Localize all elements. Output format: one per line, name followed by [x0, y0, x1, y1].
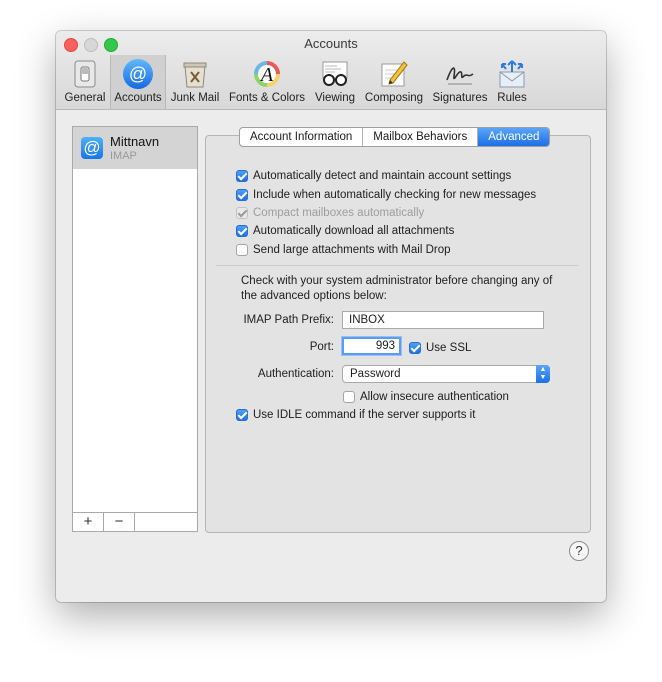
svg-text:A: A [259, 64, 274, 86]
checkbox[interactable] [236, 189, 248, 201]
allow-insecure-label: Allow insecure authentication [360, 391, 509, 403]
toolbar-junk-mail[interactable]: Junk Mail [168, 55, 222, 109]
toolbar-composing[interactable]: Composing [362, 55, 426, 109]
toolbar-label: Rules [497, 92, 527, 104]
use-idle-label: Use IDLE command if the server supports … [253, 409, 476, 421]
chevron-up-down-icon: ▲ ▼ [536, 365, 550, 383]
option-label: Include when automatically checking for … [253, 189, 537, 201]
font-a-icon: A [251, 58, 283, 90]
signature-icon [444, 58, 476, 90]
checkbox[interactable] [236, 225, 248, 237]
toolbar-label: General [64, 92, 106, 104]
help-button[interactable]: ? [569, 541, 589, 561]
settings-tabs: Account Information Mailbox Behaviors Ad… [239, 127, 551, 147]
toolbar-fonts-colors[interactable]: A Fonts & Colors [226, 55, 308, 109]
port-field[interactable]: 993 [342, 337, 401, 355]
separator [216, 265, 578, 266]
toolbar-label: Fonts & Colors [228, 92, 306, 104]
at-sign-icon: @ [81, 137, 103, 159]
option-label: Send large attachments with Mail Drop [253, 244, 451, 256]
preferences-window: Accounts General @ Accounts Junk Mail A [56, 31, 606, 602]
advanced-note: Check with your system administrator bef… [241, 275, 553, 302]
toolbar-viewing[interactable]: Viewing [312, 55, 358, 109]
checkbox[interactable] [236, 244, 248, 256]
window-title: Accounts [304, 36, 358, 51]
svg-text:@: @ [129, 64, 147, 84]
imap-prefix-label: IMAP Path Prefix: [243, 314, 334, 326]
toolbar-general[interactable]: General [64, 55, 106, 109]
account-list: @ Mittnavn IMAP + − [72, 126, 198, 532]
toolbar-rules[interactable]: Rules [492, 55, 532, 109]
at-sign-icon: @ [122, 58, 154, 90]
authentication-select[interactable]: Password ▲ ▼ [342, 365, 550, 383]
toolbar-label: Signatures [432, 92, 488, 104]
checkbox[interactable] [236, 170, 248, 182]
add-account-button[interactable]: + [73, 513, 104, 531]
account-type: IMAP [110, 150, 137, 162]
imap-prefix-field[interactable]: INBOX [342, 311, 544, 329]
toolbar-label: Accounts [114, 92, 162, 104]
port-label: Port: [309, 341, 334, 353]
title-bar: Accounts General @ Accounts Junk Mail A [56, 31, 606, 110]
tab-account-information[interactable]: Account Information [240, 128, 364, 146]
tab-advanced[interactable]: Advanced [478, 128, 550, 146]
option-label: Automatically download all attachments [253, 225, 455, 237]
option-label: Compact mailboxes automatically [253, 207, 425, 219]
tab-mailbox-behaviors[interactable]: Mailbox Behaviors [363, 128, 479, 146]
toolbar-label: Junk Mail [170, 92, 220, 104]
authentication-label: Authentication: [257, 368, 334, 380]
glasses-icon [319, 58, 351, 90]
option-label: Automatically detect and maintain accoun… [253, 170, 512, 182]
rules-envelope-icon [496, 58, 528, 90]
general-switch-icon [69, 58, 101, 90]
pencil-paper-icon [378, 58, 410, 90]
account-list-item[interactable]: @ Mittnavn IMAP [73, 127, 197, 169]
remove-account-button[interactable]: − [104, 513, 135, 531]
trash-bin-icon [179, 58, 211, 90]
toolbar-label: Composing [364, 92, 424, 104]
account-name: Mittnavn [110, 134, 160, 149]
account-list-controls: + − [73, 512, 197, 531]
checkbox[interactable] [409, 342, 421, 354]
toolbar-signatures[interactable]: Signatures [430, 55, 490, 109]
checkbox[interactable] [343, 391, 355, 403]
checkbox[interactable] [236, 409, 248, 421]
authentication-value: Password [350, 368, 401, 380]
toolbar-accounts[interactable]: @ Accounts [110, 55, 166, 109]
toolbar-label: Viewing [314, 92, 356, 104]
checkbox [236, 207, 248, 219]
use-ssl-label: Use SSL [426, 342, 472, 354]
